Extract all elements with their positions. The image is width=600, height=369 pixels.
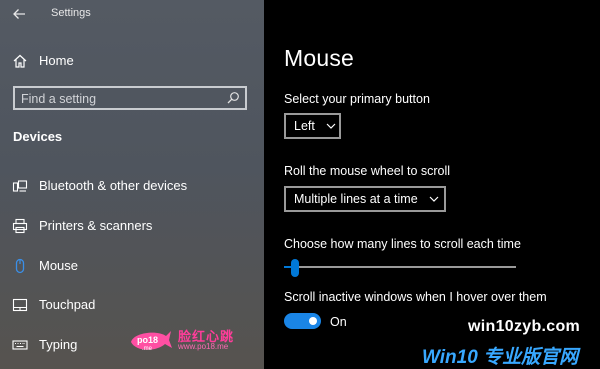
scroll-lines-slider[interactable]: [284, 259, 516, 277]
scroll-mode-label: Roll the mouse wheel to scroll: [284, 164, 451, 178]
po18-watermark: po18 .me 脸红心跳 www.po18.me: [128, 322, 268, 356]
chevron-down-icon: [326, 123, 336, 129]
home-nav-item[interactable]: Home: [0, 48, 264, 74]
svg-text:.me: .me: [142, 346, 153, 352]
sidebar-item-bluetooth[interactable]: Bluetooth & other devices: [0, 172, 264, 200]
sidebar-item-printers[interactable]: Printers & scanners: [0, 212, 264, 240]
search-icon[interactable]: [226, 91, 240, 105]
search-box[interactable]: [13, 86, 247, 110]
sidebar-item-label: Printers & scanners: [39, 218, 153, 233]
svg-text:po18: po18: [137, 335, 158, 345]
sidebar-item-touchpad[interactable]: Touchpad: [0, 291, 264, 319]
keyboard-icon: [12, 340, 28, 350]
po18-logo: po18 .me: [131, 331, 172, 352]
scroll-mode-dropdown[interactable]: Multiple lines at a time: [284, 186, 446, 212]
primary-button-value: Left: [294, 119, 315, 133]
toggle-state-text: On: [330, 315, 347, 329]
content-pane: Mouse Select your primary button Left Ro…: [264, 0, 600, 369]
slider-track: [284, 266, 516, 268]
printer-icon: [12, 218, 28, 234]
primary-button-label: Select your primary button: [284, 92, 430, 106]
sidebar-item-label: Mouse: [39, 258, 79, 273]
inactive-scroll-toggle[interactable]: [284, 313, 321, 329]
app-title: Settings: [51, 7, 91, 19]
inactive-scroll-label: Scroll inactive windows when I hover ove…: [284, 290, 547, 304]
sidebar-item-label: Touchpad: [39, 297, 96, 312]
slider-thumb[interactable]: [291, 259, 299, 277]
title-bar: Settings: [0, 0, 264, 28]
primary-button-dropdown[interactable]: Left: [284, 113, 341, 139]
search-input[interactable]: [21, 91, 217, 107]
mouse-icon: [15, 258, 25, 274]
scroll-lines-label: Choose how many lines to scroll each tim…: [284, 237, 521, 251]
home-icon: [13, 54, 27, 68]
bluetooth-devices-icon: [12, 180, 28, 192]
section-title: Devices: [13, 129, 63, 144]
back-button[interactable]: [10, 5, 30, 23]
scroll-mode-value: Multiple lines at a time: [294, 192, 418, 206]
toggle-knob: [309, 317, 317, 325]
sidebar-item-mouse[interactable]: Mouse: [0, 252, 264, 280]
back-arrow-icon: [13, 9, 25, 19]
chevron-down-icon: [429, 196, 439, 202]
watermark-site: win10zyb.com: [468, 318, 581, 335]
sidebar: Settings Home Devices Bluetooth & other …: [0, 0, 264, 369]
home-label: Home: [39, 53, 74, 68]
touchpad-icon: [12, 298, 28, 312]
sidebar-item-label: Typing: [39, 337, 78, 352]
watermark-url: www.po18.me: [178, 342, 229, 351]
page-title: Mouse: [284, 45, 355, 71]
sidebar-item-label: Bluetooth & other devices: [39, 178, 188, 193]
watermark-brand: Win10 专业版官网: [422, 347, 579, 368]
